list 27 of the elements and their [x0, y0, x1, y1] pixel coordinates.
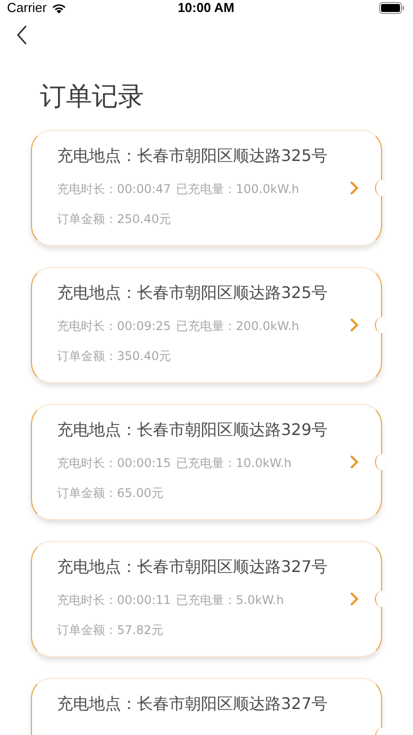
back-icon	[16, 25, 28, 45]
amount-text: 订单金额：250.40元	[57, 211, 171, 228]
location-text: 充电地点：长春市朝阳区顺达路325号	[57, 282, 329, 304]
amount-text: 订单金额：57.82元	[57, 622, 164, 639]
location-text: 充电地点：长春市朝阳区顺达路327号	[57, 556, 329, 578]
chevron-icon	[349, 180, 359, 196]
location-text: 充电地点：长春市朝阳区顺达路329号	[57, 419, 329, 441]
carrier-text: Carrier	[7, 0, 47, 15]
amount-text: 订单金额：65.00元	[57, 485, 164, 502]
duration-text: 充电时长：00:09:25	[57, 318, 171, 335]
duration-text: 充电时长：00:00:11	[57, 592, 171, 609]
energy-text: 已充电量：100.0kW.h	[176, 181, 300, 198]
chevron-icon	[349, 454, 359, 470]
chevron-icon	[349, 317, 359, 333]
battery-icon	[378, 2, 405, 14]
location-text: 充电地点：长春市朝阳区顺达路325号	[57, 145, 329, 167]
status-time: 10:00 AM	[178, 0, 234, 15]
amount-text: 订单金额：350.40元	[57, 348, 171, 365]
wifi-icon	[50, 2, 67, 14]
page-title: 订单记录	[40, 81, 144, 114]
location-text: 充电地点：长春市朝阳区顺达路327号	[57, 693, 329, 715]
energy-text: 已充电量：200.0kW.h	[176, 318, 300, 335]
chevron-icon	[349, 591, 359, 607]
energy-text: 已充电量：10.0kW.h	[176, 455, 292, 472]
energy-text: 已充电量：5.0kW.h	[176, 592, 284, 609]
duration-text: 充电时长：00:00:47	[57, 181, 171, 198]
duration-text: 充电时长：00:00:15	[57, 455, 171, 472]
